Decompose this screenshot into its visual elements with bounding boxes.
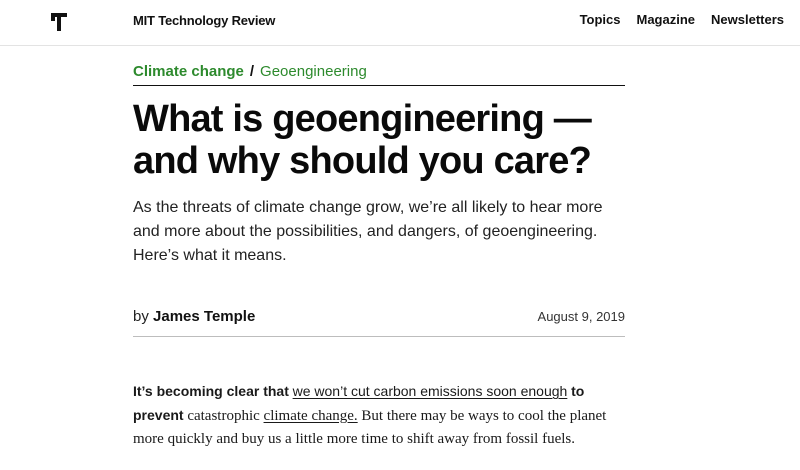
breadcrumb-separator: / xyxy=(249,62,255,80)
nav-topics[interactable]: Topics xyxy=(580,12,621,27)
breadcrumb: Climate change / Geoengineering xyxy=(133,58,625,84)
site-header: MIT Technology Review Topics Magazine Ne… xyxy=(0,0,800,46)
body-lead-text: It’s becoming clear that xyxy=(133,383,289,399)
article-dek: As the threats of climate change grow, w… xyxy=(133,199,603,264)
article: Climate change / Geoengineering What is … xyxy=(133,46,625,451)
breadcrumb-climate-change[interactable]: Climate change xyxy=(133,63,244,80)
author-link[interactable]: James Temple xyxy=(153,308,255,325)
link-climate-change[interactable]: climate change. xyxy=(264,408,358,424)
body-text-1: catastrophic xyxy=(187,408,260,424)
link-carbon-emissions[interactable]: we won’t cut carbon emissions soon enoug… xyxy=(293,383,568,399)
mit-tr-logo-icon[interactable] xyxy=(46,9,72,35)
byline-row: by James Temple August 9, 2019 xyxy=(133,308,625,337)
article-title: What is geoengineering — and why should … xyxy=(133,98,592,182)
brand-name[interactable]: MIT Technology Review xyxy=(133,13,275,28)
byline: by James Temple xyxy=(133,308,255,325)
publish-date: August 9, 2019 xyxy=(537,309,625,324)
byline-prefix: by xyxy=(133,308,149,325)
nav-magazine[interactable]: Magazine xyxy=(637,12,696,27)
primary-nav: Topics Magazine Newsletters xyxy=(580,12,784,27)
article-body-paragraph: It’s becoming clear that we won’t cut ca… xyxy=(133,380,625,451)
nav-newsletters[interactable]: Newsletters xyxy=(711,12,784,27)
breadcrumb-divider xyxy=(133,85,625,86)
breadcrumb-geoengineering[interactable]: Geoengineering xyxy=(260,63,367,80)
